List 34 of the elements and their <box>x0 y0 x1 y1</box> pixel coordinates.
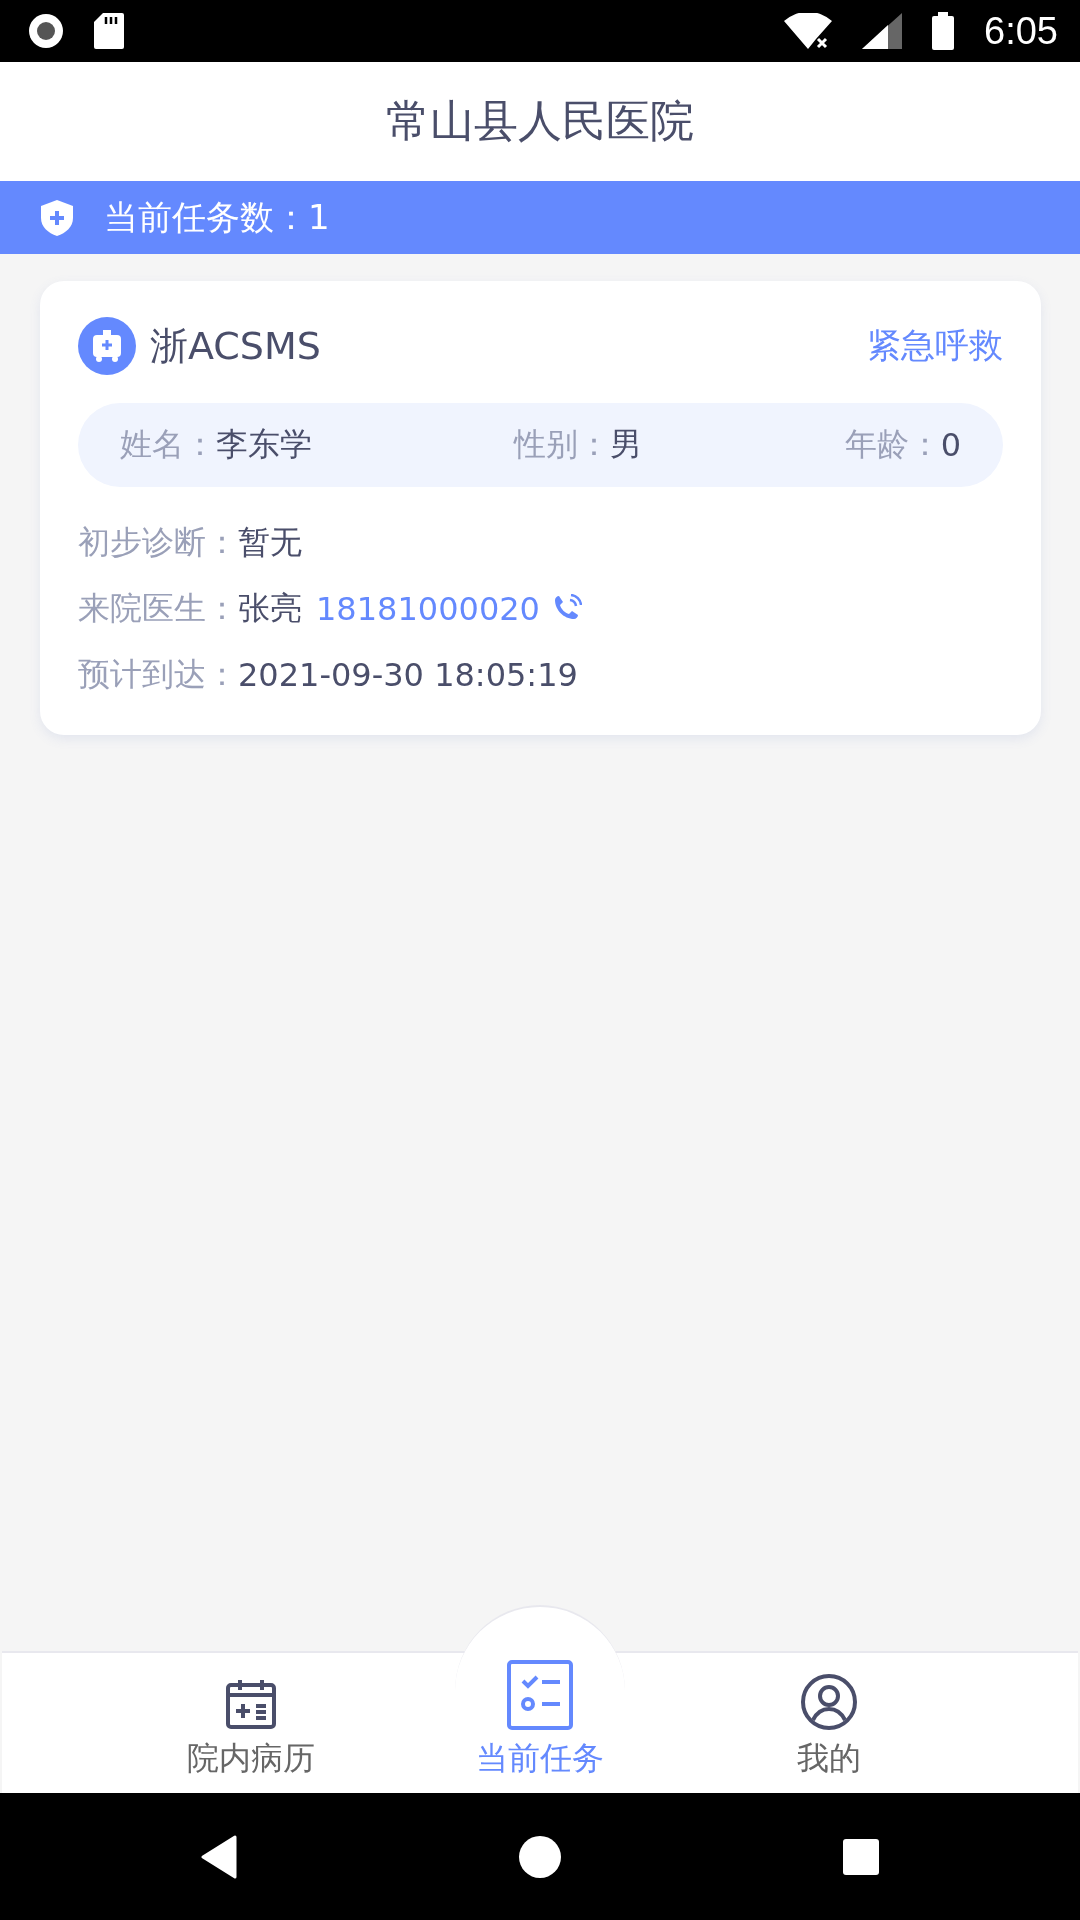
field-label: 姓名： <box>120 424 216 465</box>
emergency-call-link[interactable]: 紧急呼救 <box>867 323 1003 369</box>
user-icon <box>800 1673 859 1731</box>
field-label: 来院医生： <box>78 588 238 629</box>
page-title: 常山县人民医院 <box>386 94 694 148</box>
field-value: 暂无 <box>238 522 302 563</box>
field-label: 初步诊断： <box>78 522 238 563</box>
plate-number: 浙ACSMS <box>150 322 322 370</box>
task-count: 当前任务数：1 <box>104 195 330 239</box>
home-icon[interactable] <box>518 1834 562 1879</box>
ambulance-icon <box>78 317 136 375</box>
checklist-icon <box>506 1659 574 1731</box>
record-icon <box>28 13 64 49</box>
field-value: 张亮 <box>238 588 302 629</box>
field-value: 2021-09-30 18:05:19 <box>238 656 578 694</box>
nav-tab[interactable]: 院内病历 <box>106 1653 396 1793</box>
field-value: 男 <box>610 424 643 465</box>
field-label: 年龄： <box>844 424 941 465</box>
nav-tab[interactable]: 我的 <box>684 1653 974 1793</box>
shield-plus-icon <box>40 198 74 237</box>
phone-link[interactable]: 18181000020 <box>316 590 540 628</box>
nav-tab[interactable]: 当前任务 <box>395 1653 685 1793</box>
field-label: 性别： <box>514 424 611 465</box>
field-value: 0 <box>940 426 961 464</box>
status-time: 6:05 <box>984 9 1058 53</box>
calendar-icon <box>223 1677 278 1731</box>
recents-icon[interactable] <box>840 1836 881 1877</box>
wifi-icon <box>784 13 833 49</box>
field-value: 李东学 <box>216 424 312 465</box>
back-icon[interactable] <box>199 1834 240 1879</box>
sd-card-icon <box>94 13 124 49</box>
field-label: 预计到达： <box>78 654 238 695</box>
signal-icon <box>862 13 903 49</box>
battery-icon <box>932 12 955 50</box>
